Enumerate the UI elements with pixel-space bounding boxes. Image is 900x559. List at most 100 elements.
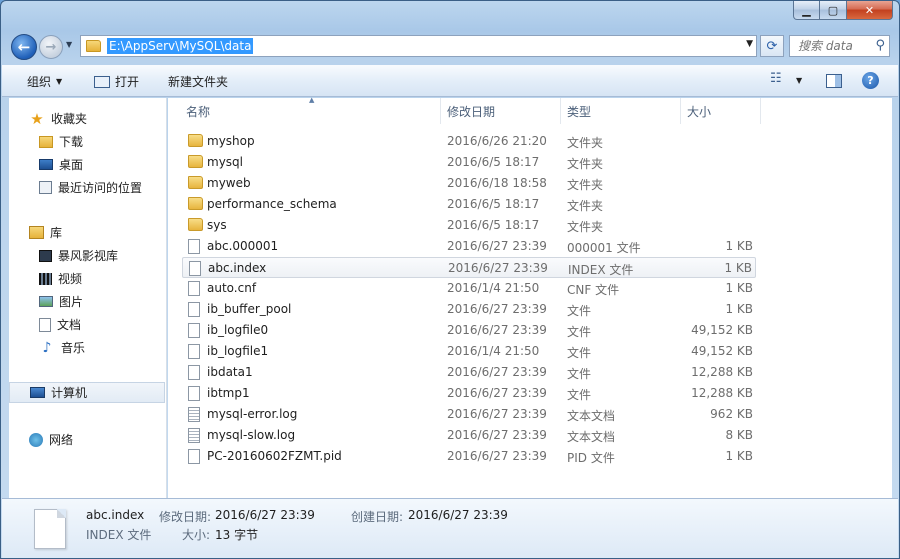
close-button[interactable]: ✕ [847, 1, 893, 20]
file-modified-date: 2016/1/4 21:50 [447, 281, 540, 295]
sidebar-item-label: 网络 [49, 433, 74, 447]
pictures-icon [39, 296, 53, 307]
file-row[interactable]: abc.index 2016/6/27 23:39 INDEX 文件 1 KB [182, 257, 756, 278]
file-row[interactable]: ibtmp1 2016/6/27 23:39 文件 12,288 KB [182, 383, 756, 404]
explorer-window: ▁ ▢ ✕ ← → ▼ E:\AppServ\MySQL\data ▼ ⟳ ⚲ … [0, 0, 900, 559]
file-row[interactable]: ib_logfile0 2016/6/27 23:39 文件 49,152 KB [182, 320, 756, 341]
new-folder-label: 新建文件夹 [168, 75, 229, 89]
file-name: mysql-slow.log [207, 428, 296, 442]
detail-created-label: 创建日期: [351, 510, 404, 524]
minimize-button[interactable]: ▁ [793, 1, 820, 20]
file-modified-date: 2016/6/27 23:39 [447, 449, 547, 463]
sidebar-item-network[interactable]: 网络 [9, 429, 165, 450]
file-icon [188, 365, 200, 383]
desktop-icon [39, 159, 53, 170]
file-name: auto.cnf [207, 281, 257, 295]
search-input[interactable] [790, 39, 868, 53]
column-header-name[interactable]: 名称 ▲ [172, 96, 441, 124]
search-icon[interactable]: ⚲ [875, 38, 885, 53]
column-header-size[interactable]: 大小 [681, 98, 761, 124]
file-name: ib_logfile0 [207, 323, 269, 337]
close-icon: ✕ [864, 3, 875, 17]
file-row[interactable]: mysql-slow.log 2016/6/27 23:39 文本文档 8 KB [182, 425, 756, 446]
sidebar-item-downloads[interactable]: 下载 [9, 131, 165, 152]
file-row[interactable]: PC-20160602FZMT.pid 2016/6/27 23:39 PID 文件… [182, 446, 756, 467]
sidebar-item-label: 文档 [57, 318, 82, 332]
file-modified-date: 2016/6/27 23:39 [447, 386, 547, 400]
file-row[interactable]: myshop 2016/6/26 21:20 文件夹 [182, 131, 756, 152]
new-folder-button[interactable]: 新建文件夹 [168, 73, 228, 90]
sidebar-item-documents[interactable]: 文档 [9, 314, 165, 335]
detail-file-type: INDEX 文件 [86, 528, 152, 542]
back-button[interactable]: ← [11, 34, 37, 60]
help-icon[interactable]: ? [862, 72, 879, 89]
recent-pages-dropdown[interactable]: ▼ [66, 40, 72, 49]
file-row[interactable]: performance_schema 2016/6/5 18:17 文件夹 [182, 194, 756, 215]
file-row[interactable]: ib_buffer_pool 2016/6/27 23:39 文件 1 KB [182, 299, 756, 320]
file-row[interactable]: mysql-error.log 2016/6/27 23:39 文本文档 962 KB [182, 404, 756, 425]
sidebar-item-desktop[interactable]: 桌面 [9, 154, 165, 175]
open-icon [94, 75, 110, 88]
file-name: PC-20160602FZMT.pid [207, 449, 342, 463]
sidebar-item-videos[interactable]: 视频 [9, 268, 165, 289]
maximize-icon: ▢ [827, 3, 839, 17]
sidebar-item-pictures[interactable]: 图片 [9, 291, 165, 312]
file-name: mysql-error.log [207, 407, 298, 421]
file-type: 文件夹 [567, 178, 604, 192]
file-size: 1 KB [725, 449, 753, 463]
open-button[interactable]: 打开 [94, 73, 139, 90]
navigation-bar: ← → ▼ E:\AppServ\MySQL\data ▼ ⟳ ⚲ [1, 29, 899, 65]
sidebar-item-computer[interactable]: 计算机 [9, 382, 165, 403]
file-type: INDEX 文件 [568, 263, 634, 277]
file-row[interactable]: myweb 2016/6/18 18:58 文件夹 [182, 173, 756, 194]
refresh-button[interactable]: ⟳ [760, 35, 784, 57]
file-row[interactable]: abc.000001 2016/6/27 23:39 000001 文件 1 KB [182, 236, 756, 257]
preview-pane-icon[interactable] [826, 74, 842, 88]
file-type: 文件 [567, 325, 592, 339]
view-options-icon[interactable]: ☷ [770, 71, 782, 86]
sidebar-item-label: 音乐 [61, 341, 86, 355]
sidebar-item-video-library[interactable]: 暴风影视库 [9, 245, 165, 266]
file-modified-date: 2016/6/27 23:39 [447, 407, 547, 421]
file-icon [188, 281, 200, 299]
library-icon [29, 226, 44, 239]
command-bar: 组织 ▼ 打开 新建文件夹 ☷ ▼ ? [2, 65, 898, 97]
network-icon [29, 432, 43, 447]
organize-button[interactable]: 组织 ▼ [27, 73, 62, 90]
search-box[interactable]: ⚲ [789, 35, 890, 57]
file-size: 962 KB [710, 407, 753, 421]
column-header-type[interactable]: 类型 [561, 98, 681, 124]
file-name: abc.index [208, 261, 267, 275]
file-icon [188, 344, 200, 362]
chevron-down-icon[interactable]: ▼ [796, 76, 802, 85]
detail-size-value: 13 字节 [215, 528, 259, 542]
file-row[interactable]: ibdata1 2016/6/27 23:39 文件 12,288 KB [182, 362, 756, 383]
recent-places-icon [39, 181, 52, 194]
file-name: sys [207, 218, 227, 232]
address-bar[interactable]: E:\AppServ\MySQL\data ▼ [80, 35, 757, 57]
refresh-icon: ⟳ [766, 38, 778, 54]
file-row[interactable]: ib_logfile1 2016/1/4 21:50 文件 49,152 KB [182, 341, 756, 362]
file-row[interactable]: sys 2016/6/5 18:17 文件夹 [182, 215, 756, 236]
column-headers: 名称 ▲ 修改日期 类型 大小 [168, 96, 892, 124]
file-row[interactable]: mysql 2016/6/5 18:17 文件夹 [182, 152, 756, 173]
chevron-down-icon[interactable]: ▼ [746, 39, 753, 49]
file-type: 文件 [567, 346, 592, 360]
sidebar-item-music[interactable]: ♪ 音乐 [9, 337, 165, 358]
download-folder-icon [39, 135, 53, 148]
file-modified-date: 2016/6/5 18:17 [447, 197, 540, 211]
sidebar-item-libraries[interactable]: 库 [9, 222, 165, 243]
column-header-date[interactable]: 修改日期 [441, 98, 561, 124]
sidebar-item-favorites[interactable]: ★ 收藏夹 [9, 108, 165, 129]
sidebar-item-label: 最近访问的位置 [58, 181, 143, 195]
file-modified-date: 2016/6/5 18:17 [447, 155, 540, 169]
text-document-icon [188, 407, 200, 425]
file-row[interactable]: auto.cnf 2016/1/4 21:50 CNF 文件 1 KB [182, 278, 756, 299]
sidebar-item-label: 计算机 [51, 386, 88, 400]
file-modified-date: 2016/6/27 23:39 [447, 302, 547, 316]
sidebar-item-recent-places[interactable]: 最近访问的位置 [9, 177, 165, 198]
address-path[interactable]: E:\AppServ\MySQL\data [107, 38, 254, 54]
file-name: myshop [207, 134, 255, 148]
maximize-button[interactable]: ▢ [820, 1, 847, 20]
forward-button[interactable]: → [39, 35, 63, 59]
